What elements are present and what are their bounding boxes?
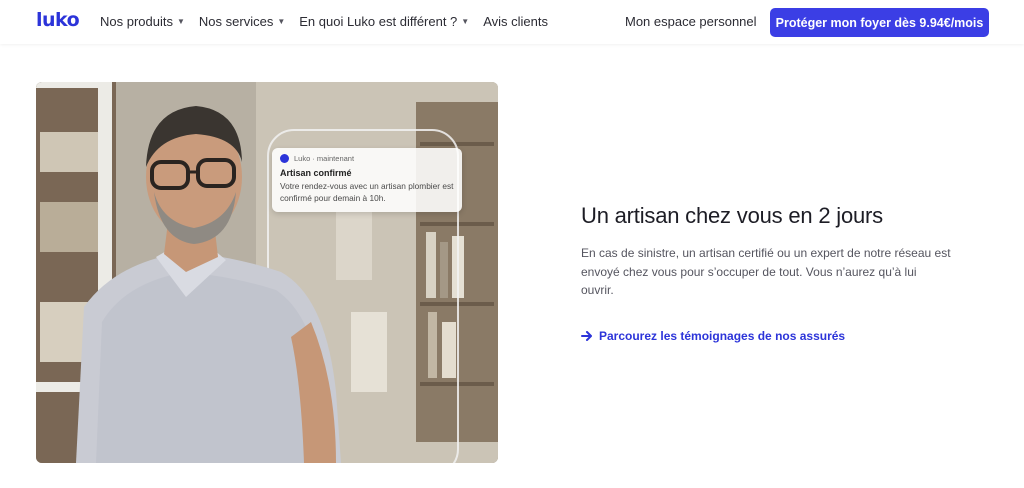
nav-item-label: Nos services xyxy=(198,14,274,29)
luko-app-icon xyxy=(280,154,289,163)
hero-photo xyxy=(36,82,498,463)
caret-down-icon: ▼ xyxy=(277,17,286,26)
caret-down-icon: ▼ xyxy=(176,17,185,26)
arrow-right-icon xyxy=(581,331,593,341)
nav-item-label: Avis clients xyxy=(483,14,549,29)
nav-item-avis[interactable]: Avis clients xyxy=(483,14,548,29)
man-in-doorway-illustration xyxy=(36,82,498,463)
luko-logo[interactable]: luko xyxy=(36,9,80,31)
nav-item-difference[interactable]: En quoi Luko est différent ? ▼ xyxy=(299,14,469,29)
nav-item-services[interactable]: Nos services ▼ xyxy=(199,14,285,29)
section-title: Un artisan chez vous en 2 jours xyxy=(581,203,883,228)
testimonials-link[interactable]: Parcourez les témoignages de nos assurés xyxy=(581,329,845,343)
section-description: En cas de sinistre, un artisan certifié … xyxy=(581,246,951,297)
site-header: luko Nos produits ▼ Nos services ▼ En qu… xyxy=(0,0,1024,44)
protect-home-button[interactable]: Protéger mon foyer dès 9.94€/mois xyxy=(770,8,989,37)
nav-item-label: Nos produits xyxy=(100,14,173,29)
notification-card: Luko · maintenant Artisan confirmé Votre… xyxy=(272,148,462,212)
nav-item-label: En quoi Luko est différent ? xyxy=(299,14,458,29)
caret-down-icon: ▼ xyxy=(461,17,470,26)
notification-body: Votre rendez-vous avec un artisan plombi… xyxy=(280,181,454,203)
notification-header: Luko · maintenant xyxy=(280,154,454,163)
main-nav: Nos produits ▼ Nos services ▼ En quoi Lu… xyxy=(100,14,562,29)
testimonials-link-label: Parcourez les témoignages de nos assurés xyxy=(599,329,846,343)
account-link[interactable]: Mon espace personnel xyxy=(625,14,757,29)
notification-app: Luko · maintenant xyxy=(294,154,355,163)
nav-item-produits[interactable]: Nos produits ▼ xyxy=(100,14,185,29)
notification-title: Artisan confirmé xyxy=(280,168,352,178)
